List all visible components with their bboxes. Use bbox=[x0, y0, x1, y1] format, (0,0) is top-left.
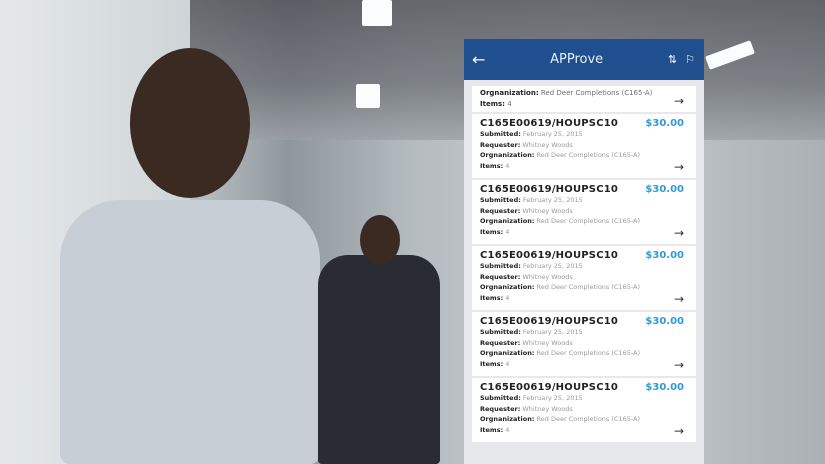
org-value: Red Deer Completions (C165-A) bbox=[536, 217, 641, 225]
background-person-head bbox=[360, 215, 400, 265]
request-card[interactable]: C165E00619/HOUPSC10 $30.00 Submitted: Fe… bbox=[472, 378, 696, 442]
items-label: Items: bbox=[480, 227, 504, 236]
submitted-label: Submitted: bbox=[480, 196, 521, 204]
org-label: Orgnanization: bbox=[480, 217, 535, 225]
request-amount: $30.00 bbox=[645, 316, 684, 327]
items-value: 4 bbox=[505, 227, 510, 236]
request-card[interactable]: C165E00619/HOUPSC10 $30.00 Submitted: Fe… bbox=[472, 246, 696, 310]
requester-value: Whitney Woods bbox=[522, 272, 573, 281]
arrow-right-icon[interactable]: → bbox=[674, 424, 684, 438]
background-person-suit bbox=[318, 255, 440, 464]
requester-value: Whitney Woods bbox=[522, 206, 573, 215]
arrow-left-icon[interactable]: ← bbox=[472, 50, 485, 69]
requester-value: Whitney Woods bbox=[522, 404, 573, 413]
org-value: Red Deer Completions (C165-A) bbox=[536, 283, 641, 291]
submitted-label: Submitted: bbox=[480, 328, 521, 336]
submitted-label: Submitted: bbox=[480, 262, 521, 270]
approve-app-panel: ← APProve ⇅ ⚐ Orgnanization: Red Deer Co… bbox=[464, 39, 704, 464]
submitted-value: February 25, 2015 bbox=[522, 196, 583, 204]
arrow-right-icon[interactable]: → bbox=[674, 358, 684, 372]
org-label: Orgnanization: bbox=[480, 415, 535, 423]
requester-label: Requester: bbox=[480, 338, 521, 347]
items-label: Items: bbox=[480, 293, 504, 302]
request-amount: $30.00 bbox=[645, 250, 684, 261]
org-label: Orgnanization: bbox=[480, 89, 539, 97]
org-value: Red Deer Completions (C165-A) bbox=[536, 415, 641, 423]
ceiling-light bbox=[356, 84, 380, 108]
request-card[interactable]: C165E00619/HOUPSC10 $30.00 Submitted: Fe… bbox=[472, 312, 696, 376]
request-amount: $30.00 bbox=[645, 184, 684, 195]
arrow-right-icon[interactable]: → bbox=[674, 226, 684, 240]
requester-value: Whitney Woods bbox=[522, 338, 573, 347]
items-value: 4 bbox=[505, 359, 510, 368]
request-amount: $30.00 bbox=[645, 118, 684, 129]
app-header: ← APProve ⇅ ⚐ bbox=[464, 39, 704, 80]
background-person bbox=[60, 200, 320, 464]
org-value: Red Deer Completions (C165-A) bbox=[540, 89, 653, 97]
items-value: 4 bbox=[505, 293, 510, 302]
requester-label: Requester: bbox=[480, 272, 521, 281]
org-label: Orgnanization: bbox=[480, 283, 535, 291]
requester-label: Requester: bbox=[480, 206, 521, 215]
arrow-right-icon[interactable]: → bbox=[674, 160, 684, 174]
submitted-label: Submitted: bbox=[480, 394, 521, 402]
submitted-value: February 25, 2015 bbox=[522, 394, 583, 402]
org-value: Red Deer Completions (C165-A) bbox=[536, 349, 641, 357]
items-label: Items: bbox=[480, 99, 505, 108]
app-title: APProve bbox=[550, 52, 604, 67]
request-amount: $30.00 bbox=[645, 382, 684, 393]
items-value: 4 bbox=[507, 99, 512, 108]
items-value: 4 bbox=[505, 425, 510, 434]
submitted-label: Submitted: bbox=[480, 130, 521, 138]
submitted-value: February 25, 2015 bbox=[522, 130, 583, 138]
items-value: 4 bbox=[505, 161, 510, 170]
sort-icon[interactable]: ⇅ bbox=[668, 53, 677, 66]
ceiling-light bbox=[362, 0, 392, 26]
arrow-right-icon[interactable]: → bbox=[674, 94, 684, 108]
request-card[interactable]: C165E00619/HOUPSC10 $30.00 Submitted: Fe… bbox=[472, 114, 696, 178]
request-list[interactable]: Orgnanization: Red Deer Completions (C16… bbox=[472, 86, 696, 444]
items-label: Items: bbox=[480, 161, 504, 170]
submitted-value: February 25, 2015 bbox=[522, 328, 583, 336]
requester-label: Requester: bbox=[480, 140, 521, 149]
org-label: Orgnanization: bbox=[480, 151, 535, 159]
requester-label: Requester: bbox=[480, 404, 521, 413]
request-card[interactable]: C165E00619/HOUPSC10 $30.00 Submitted: Fe… bbox=[472, 180, 696, 244]
requester-value: Whitney Woods bbox=[522, 140, 573, 149]
submitted-value: February 25, 2015 bbox=[522, 262, 583, 270]
flag-icon[interactable]: ⚐ bbox=[685, 53, 695, 66]
request-card-partial[interactable]: Orgnanization: Red Deer Completions (C16… bbox=[472, 86, 696, 112]
items-label: Items: bbox=[480, 425, 504, 434]
org-label: Orgnanization: bbox=[480, 349, 535, 357]
arrow-right-icon[interactable]: → bbox=[674, 292, 684, 306]
items-label: Items: bbox=[480, 359, 504, 368]
org-value: Red Deer Completions (C165-A) bbox=[536, 151, 641, 159]
background-person-head bbox=[130, 48, 250, 198]
